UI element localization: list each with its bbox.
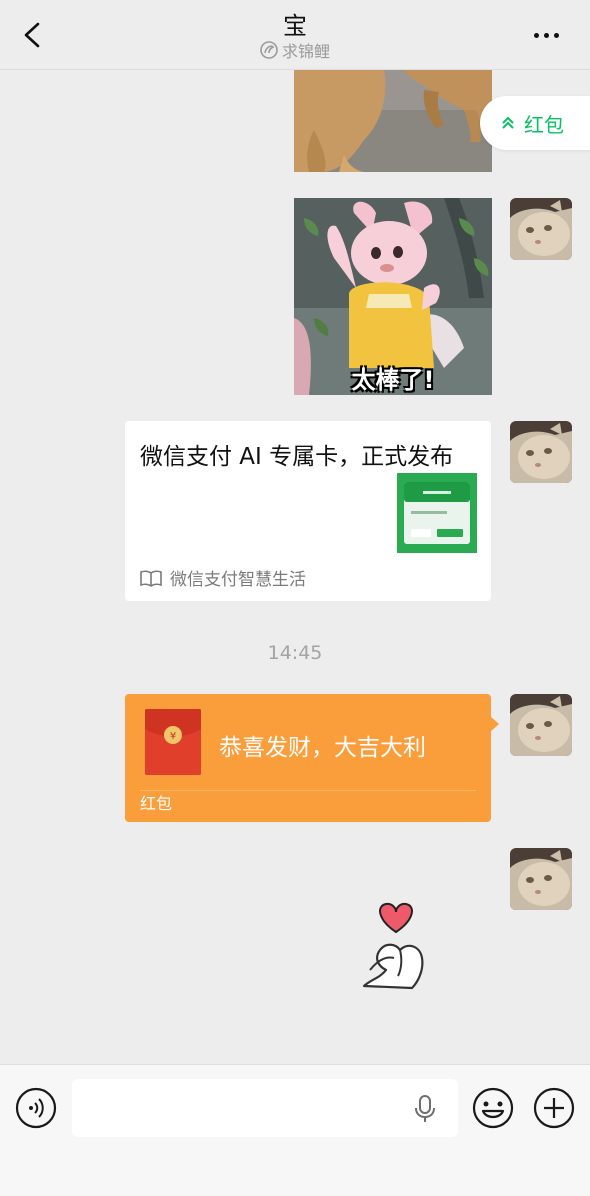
- article-title: 微信支付 AI 专属卡，正式发布: [140, 444, 454, 470]
- red-envelope-label: 红包: [140, 794, 173, 813]
- divider: [140, 790, 476, 791]
- more-options-button[interactable]: [534, 26, 564, 44]
- avatar[interactable]: [510, 848, 572, 910]
- message-input[interactable]: [72, 1079, 458, 1137]
- voice-icon: [15, 1087, 57, 1129]
- message-timestamp: 14:45: [267, 642, 323, 664]
- avatar[interactable]: [510, 694, 572, 756]
- open-book-icon: [140, 570, 162, 587]
- microphone-icon: [415, 1095, 435, 1122]
- red-envelope-icon: ¥: [145, 709, 201, 775]
- chat-subtitle: 求锦鲤: [0, 38, 590, 62]
- status-text: 求锦鲤: [281, 42, 330, 61]
- red-envelope-message[interactable]: ¥ 恭喜发财，大吉大利 红包: [125, 694, 499, 822]
- chat-history[interactable]: 红包 太棒了! 微信支付 AI 专属卡，正式发布 微信支付智慧生活 14:45 …: [0, 70, 590, 1064]
- plus-icon: [533, 1087, 575, 1129]
- more-dot-icon: [534, 32, 539, 38]
- article-source-label: 微信支付智慧生活: [170, 570, 306, 590]
- avatar[interactable]: [510, 198, 572, 260]
- svg-text:¥: ¥: [170, 731, 176, 742]
- article-card[interactable]: 微信支付 AI 专属卡，正式发布 微信支付智慧生活: [125, 421, 491, 601]
- more-dot-icon: [554, 32, 559, 38]
- chat-title: 宝: [283, 12, 307, 40]
- emoji-icon: [472, 1087, 514, 1129]
- more-dot-icon: [544, 32, 549, 38]
- article-source: 微信支付智慧生活: [140, 565, 306, 590]
- red-envelope-greeting: 恭喜发财，大吉大利: [219, 735, 426, 761]
- red-packet-reminder-label: 红包: [524, 112, 564, 137]
- voice-mode-button[interactable]: [15, 1087, 57, 1129]
- emoji-button[interactable]: [472, 1087, 514, 1129]
- avatar[interactable]: [510, 421, 572, 483]
- heart-hand-sticker[interactable]: [356, 898, 436, 994]
- chat-header: 宝 求锦鲤: [0, 0, 590, 70]
- status-icon: [260, 41, 278, 59]
- sticker-caption: 太棒了!: [351, 366, 435, 394]
- sticker-image[interactable]: 太棒了!: [294, 198, 492, 395]
- voice-input-button[interactable]: [412, 1094, 438, 1124]
- double-chevron-up-icon: [502, 116, 514, 129]
- input-bar: [0, 1064, 590, 1196]
- article-thumbnail: [397, 473, 477, 553]
- cat-photo-image[interactable]: [294, 70, 492, 172]
- more-functions-button[interactable]: [533, 1087, 575, 1129]
- red-packet-reminder-button[interactable]: 红包: [480, 96, 590, 150]
